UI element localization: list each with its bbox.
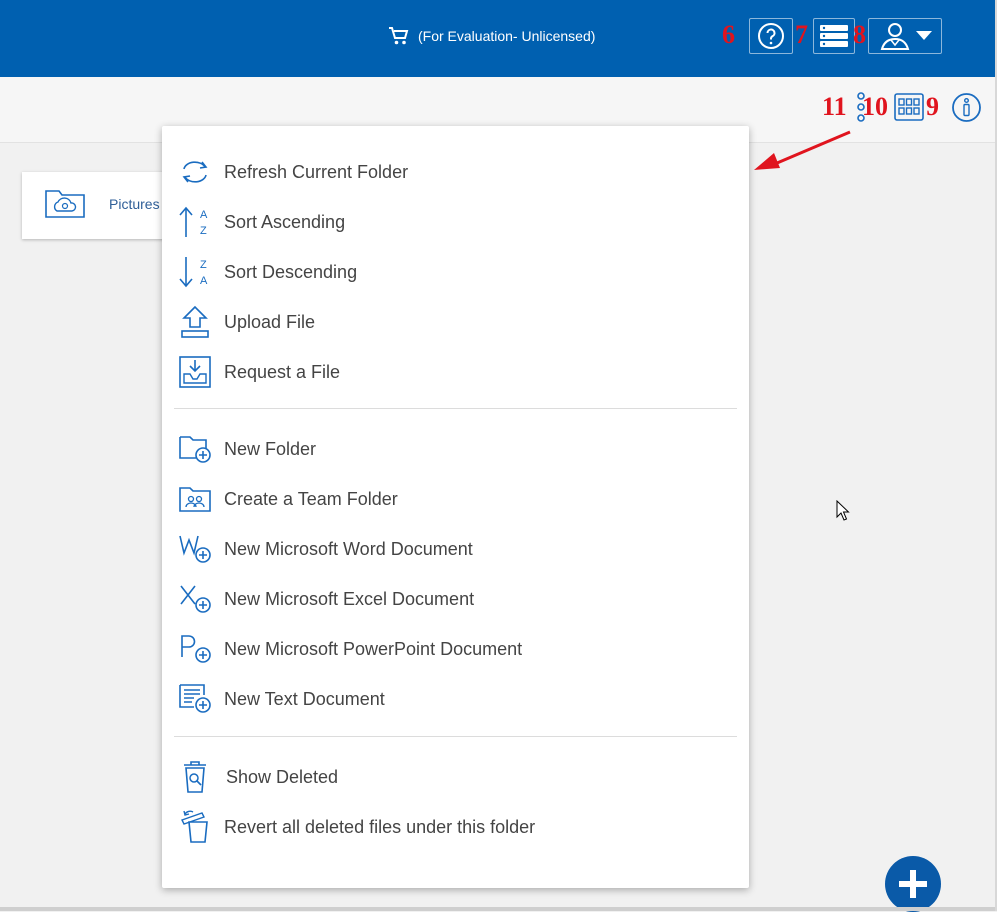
show-deleted-icon bbox=[178, 759, 212, 795]
menu-item-new-text-document[interactable]: New Text Document bbox=[178, 677, 728, 721]
annotation-6: 6 bbox=[722, 20, 735, 49]
menu-item-label: New Microsoft Word Document bbox=[224, 538, 473, 559]
add-fab-button[interactable] bbox=[885, 856, 941, 912]
annotation-11: 11 bbox=[822, 92, 847, 121]
storage-button[interactable] bbox=[813, 18, 855, 54]
menu-item-new-word-document[interactable]: New Microsoft Word Document bbox=[178, 527, 728, 571]
svg-text:A: A bbox=[200, 275, 208, 287]
menu-item-label: Create a Team Folder bbox=[224, 488, 398, 509]
evaluation-text: (For Evaluation- Unlicensed) bbox=[418, 28, 596, 44]
menu-item-label: Show Deleted bbox=[226, 766, 339, 787]
menu-item-label: New Microsoft Excel Document bbox=[224, 588, 475, 609]
menu-item-upload-file[interactable]: Upload File bbox=[178, 300, 728, 344]
server-stack-icon bbox=[820, 25, 848, 47]
svg-text:Z: Z bbox=[200, 259, 207, 271]
sort-ascending-icon: A Z bbox=[178, 204, 212, 240]
menu-item-label: Sort Descending bbox=[224, 261, 358, 282]
menu-separator bbox=[174, 736, 737, 737]
folder-card-label: Pictures bbox=[109, 196, 160, 212]
menu-item-create-team-folder[interactable]: Create a Team Folder bbox=[178, 477, 728, 521]
annotation-8: 8 bbox=[853, 20, 866, 49]
menu-item-label: Upload File bbox=[224, 311, 316, 332]
annotation-10: 10 bbox=[862, 92, 888, 121]
svg-text:Z: Z bbox=[200, 225, 207, 237]
help-circle-icon bbox=[758, 23, 784, 49]
caret-down-icon bbox=[916, 31, 932, 40]
menu-item-sort-ascending[interactable]: A Z Sort Ascending bbox=[178, 200, 728, 244]
excel-add-icon bbox=[178, 581, 212, 617]
cart-icon bbox=[389, 27, 409, 45]
cloud-folder-icon bbox=[45, 190, 85, 218]
context-menu: Refresh Current Folder A Z Sort Ascendin… bbox=[162, 126, 749, 888]
plus-icon bbox=[899, 870, 927, 898]
user-icon bbox=[880, 23, 910, 50]
menu-item-refresh[interactable]: Refresh Current Folder bbox=[178, 150, 728, 194]
menu-item-revert-deleted[interactable]: Revert all deleted files under this fold… bbox=[178, 805, 728, 849]
menu-item-request-file[interactable]: Request a File bbox=[178, 350, 728, 394]
request-file-icon bbox=[178, 354, 212, 390]
menu-separator bbox=[174, 408, 737, 409]
refresh-icon bbox=[178, 154, 212, 190]
top-header-bar: (For Evaluation- Unlicensed) 6 7 8 bbox=[0, 0, 995, 77]
menu-item-label: Request a File bbox=[224, 361, 341, 382]
powerpoint-add-icon bbox=[178, 631, 212, 667]
annotation-7: 7 bbox=[795, 20, 808, 49]
new-folder-icon bbox=[178, 431, 212, 467]
menu-item-label: New Text Document bbox=[224, 688, 385, 709]
menu-item-new-excel-document[interactable]: New Microsoft Excel Document bbox=[178, 577, 728, 621]
help-button[interactable] bbox=[749, 18, 793, 54]
annotation-arrow bbox=[754, 130, 851, 170]
menu-item-new-powerpoint-document[interactable]: New Microsoft PowerPoint Document bbox=[178, 627, 728, 671]
info-icon[interactable] bbox=[951, 92, 982, 123]
menu-item-label: New Folder bbox=[224, 438, 317, 459]
revert-deleted-icon bbox=[178, 809, 212, 845]
evaluation-notice[interactable]: (For Evaluation- Unlicensed) bbox=[388, 24, 595, 48]
svg-text:A: A bbox=[200, 209, 208, 221]
annotation-9: 9 bbox=[926, 92, 939, 121]
text-document-add-icon bbox=[178, 681, 212, 717]
menu-item-sort-descending[interactable]: Z A Sort Descending bbox=[178, 250, 728, 294]
menu-item-new-folder[interactable]: New Folder bbox=[178, 427, 728, 471]
menu-item-label: Revert all deleted files under this fold… bbox=[224, 816, 536, 837]
grid-view-icon[interactable] bbox=[894, 93, 924, 121]
sort-descending-icon: Z A bbox=[178, 254, 212, 290]
team-folder-icon bbox=[178, 481, 212, 517]
menu-item-label: New Microsoft PowerPoint Document bbox=[224, 638, 523, 659]
menu-item-show-deleted[interactable]: Show Deleted bbox=[178, 755, 728, 799]
upload-icon bbox=[178, 304, 212, 340]
word-add-icon bbox=[178, 531, 212, 567]
mouse-cursor-icon bbox=[836, 500, 850, 521]
menu-item-label: Refresh Current Folder bbox=[224, 161, 409, 182]
menu-item-label: Sort Ascending bbox=[224, 211, 346, 232]
user-menu-button[interactable] bbox=[868, 18, 942, 54]
horizontal-scrollbar[interactable] bbox=[0, 907, 995, 911]
